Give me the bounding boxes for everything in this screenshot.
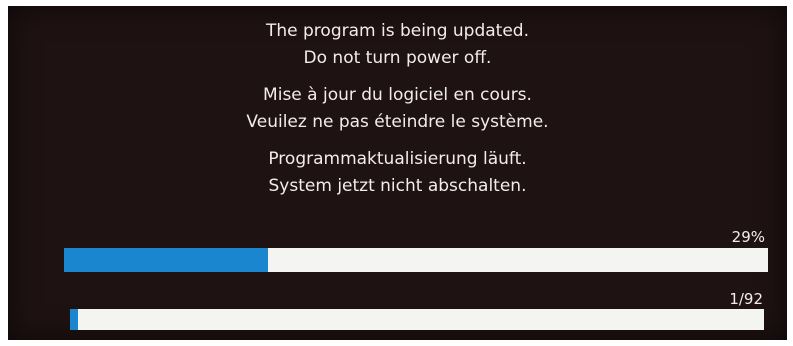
message-german: Programmaktualisierung läuft. System jet… [8, 136, 787, 200]
message-line: The program is being updated. [265, 21, 529, 41]
step-progress-bar [70, 309, 764, 330]
message-line: System jetzt nicht abschalten. [268, 176, 527, 196]
message-english: The program is being updated. Do not tur… [8, 6, 787, 72]
message-french: Mise à jour du logiciel en cours. Veuile… [8, 72, 787, 136]
progress-percent-label: 29% [731, 228, 765, 246]
photo-frame: The program is being updated. Do not tur… [0, 0, 793, 346]
message-line: Programmaktualisierung läuft. [268, 149, 527, 169]
message-line: Do not turn power off. [303, 48, 492, 68]
progress-bar-fill [64, 248, 269, 272]
progress-bar [64, 248, 768, 272]
update-screen: The program is being updated. Do not tur… [8, 6, 787, 340]
update-messages: The program is being updated. Do not tur… [8, 6, 787, 200]
message-line: Mise à jour du logiciel en cours. [263, 85, 532, 105]
step-count-label: 1/92 [729, 290, 763, 308]
message-line: Veuilez ne pas éteindre le système. [246, 112, 549, 132]
step-progress-bar-fill [70, 309, 78, 330]
